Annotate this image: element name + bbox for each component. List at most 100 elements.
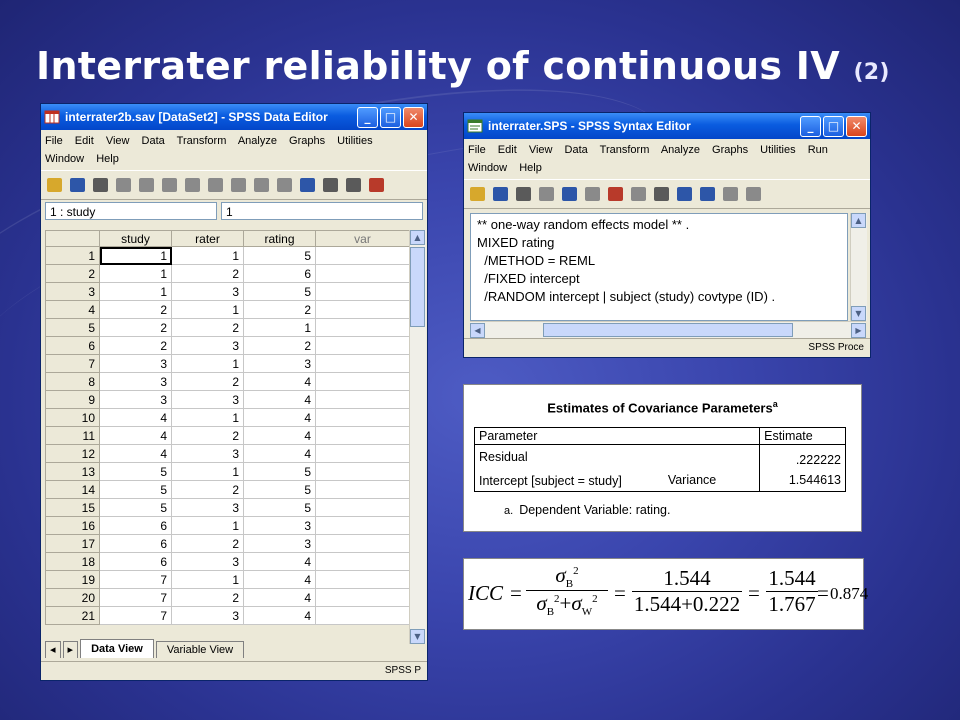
row-number[interactable]: 5: [45, 318, 100, 337]
syntax-dialog-recall-icon[interactable]: [539, 187, 554, 201]
syntax-print-icon[interactable]: [516, 187, 531, 201]
row-number[interactable]: 14: [45, 480, 100, 499]
insert-case-icon[interactable]: [231, 178, 246, 192]
redo-icon[interactable]: [346, 178, 361, 192]
menu-help[interactable]: Help: [96, 153, 119, 165]
data-cell-rating[interactable]: 5: [243, 480, 316, 499]
data-cell-rating[interactable]: 3: [243, 354, 316, 373]
data-cell-rater[interactable]: 2: [171, 480, 244, 499]
goto-case-icon[interactable]: [162, 178, 177, 192]
data-cell-rating[interactable]: 4: [243, 570, 316, 589]
data-cell-study[interactable]: 4: [99, 426, 172, 445]
undo-icon[interactable]: [323, 178, 338, 192]
row-number[interactable]: 19: [45, 570, 100, 589]
data-cell-study[interactable]: 1: [99, 264, 172, 283]
menu-data[interactable]: Data: [142, 135, 165, 147]
data-cell-study[interactable]: 3: [99, 354, 172, 373]
data-cell-study[interactable]: 7: [99, 570, 172, 589]
data-cell-study[interactable]: 2: [99, 318, 172, 337]
data-cell-rating[interactable]: 4: [243, 552, 316, 571]
empty-cell-var[interactable]: [315, 408, 409, 427]
syntax-code-area[interactable]: ** one-way random effects model ** . MIXE…: [470, 213, 848, 321]
empty-cell-var[interactable]: [315, 534, 409, 553]
data-cell-rater[interactable]: 1: [171, 408, 244, 427]
data-cell-study[interactable]: 3: [99, 372, 172, 391]
data-cell-rater[interactable]: 3: [171, 606, 244, 625]
data-cell-study[interactable]: 5: [99, 498, 172, 517]
data-cell-rater[interactable]: 3: [171, 336, 244, 355]
syntax-menu-view[interactable]: View: [529, 144, 553, 156]
data-cell-study[interactable]: 7: [99, 606, 172, 625]
data-cell-rater[interactable]: 3: [171, 390, 244, 409]
minimize-button[interactable]: _: [357, 106, 378, 128]
data-cell-rater[interactable]: 1: [171, 516, 244, 535]
syntax-undo-icon[interactable]: [562, 187, 577, 201]
row-number[interactable]: 7: [45, 354, 100, 373]
syntax-scroll-left-arrow[interactable]: ◀: [470, 322, 485, 338]
data-cell-study[interactable]: 3: [99, 390, 172, 409]
row-number[interactable]: 4: [45, 300, 100, 319]
print-icon[interactable]: [93, 178, 108, 192]
empty-cell-var[interactable]: [315, 390, 409, 409]
tab-data-view[interactable]: Data View: [80, 639, 154, 658]
close-button[interactable]: ✕: [403, 106, 424, 128]
empty-cell-var[interactable]: [315, 462, 409, 481]
empty-cell-var[interactable]: [315, 570, 409, 589]
tab-scroll-left[interactable]: ◂: [45, 641, 61, 658]
data-cell-study[interactable]: 2: [99, 300, 172, 319]
cell-value-input[interactable]: 1: [221, 202, 423, 220]
empty-cell-var[interactable]: [315, 336, 409, 355]
copy-icon[interactable]: [116, 178, 131, 192]
menu-edit[interactable]: Edit: [75, 135, 94, 147]
empty-cell-var[interactable]: [315, 246, 409, 265]
data-cell-study[interactable]: 5: [99, 480, 172, 499]
data-cell-rater[interactable]: 3: [171, 498, 244, 517]
variables-icon[interactable]: [185, 178, 200, 192]
syntax-plus-icon[interactable]: [746, 187, 761, 201]
syntax-menu-analyze[interactable]: Analyze: [661, 144, 700, 156]
empty-cell-var[interactable]: [315, 300, 409, 319]
data-grid-vertical-scrollbar[interactable]: ▲ ▼: [409, 230, 426, 644]
open-icon[interactable]: [47, 178, 62, 192]
syntax-menu-run[interactable]: Run: [808, 144, 828, 156]
paste-icon[interactable]: [139, 178, 154, 192]
row-number[interactable]: 16: [45, 516, 100, 535]
empty-cell-var[interactable]: [315, 372, 409, 391]
data-cell-study[interactable]: 7: [99, 588, 172, 607]
menu-utilities[interactable]: Utilities: [337, 135, 372, 147]
empty-cell-var[interactable]: [315, 264, 409, 283]
row-number[interactable]: 20: [45, 588, 100, 607]
split-file-icon[interactable]: [277, 178, 292, 192]
syntax-value-labels-icon[interactable]: [723, 187, 738, 201]
data-cell-rater[interactable]: 2: [171, 534, 244, 553]
syntax-menu-file[interactable]: File: [468, 144, 486, 156]
data-cell-rating[interactable]: 4: [243, 426, 316, 445]
syntax-variables-icon[interactable]: [608, 187, 623, 201]
data-cell-rater[interactable]: 1: [171, 354, 244, 373]
data-cell-rater[interactable]: 1: [171, 300, 244, 319]
column-header-rating[interactable]: rating: [243, 230, 316, 247]
column-header-rater[interactable]: rater: [171, 230, 244, 247]
empty-cell-var[interactable]: [315, 516, 409, 535]
binoculars-icon[interactable]: [654, 187, 669, 201]
scroll-down-arrow[interactable]: ▼: [410, 629, 425, 644]
data-cell-study[interactable]: 6: [99, 552, 172, 571]
row-number[interactable]: 12: [45, 444, 100, 463]
menu-transform[interactable]: Transform: [177, 135, 227, 147]
data-cell-rating[interactable]: 4: [243, 444, 316, 463]
menu-analyze[interactable]: Analyze: [238, 135, 277, 147]
scroll-up-arrow[interactable]: ▲: [410, 230, 425, 245]
data-cell-rating[interactable]: 5: [243, 282, 316, 301]
empty-cell-var[interactable]: [315, 318, 409, 337]
syntax-close-button[interactable]: ✕: [846, 115, 867, 137]
empty-cell-var[interactable]: [315, 444, 409, 463]
data-cell-rating[interactable]: 3: [243, 534, 316, 553]
data-cell-study[interactable]: 6: [99, 516, 172, 535]
value-labels-icon[interactable]: [369, 178, 384, 192]
data-cell-study[interactable]: 6: [99, 534, 172, 553]
syntax-menu-utilities[interactable]: Utilities: [760, 144, 795, 156]
menu-graphs[interactable]: Graphs: [289, 135, 325, 147]
data-cell-rating[interactable]: 4: [243, 372, 316, 391]
data-cell-rating[interactable]: 4: [243, 606, 316, 625]
data-cell-rating[interactable]: 5: [243, 246, 316, 265]
